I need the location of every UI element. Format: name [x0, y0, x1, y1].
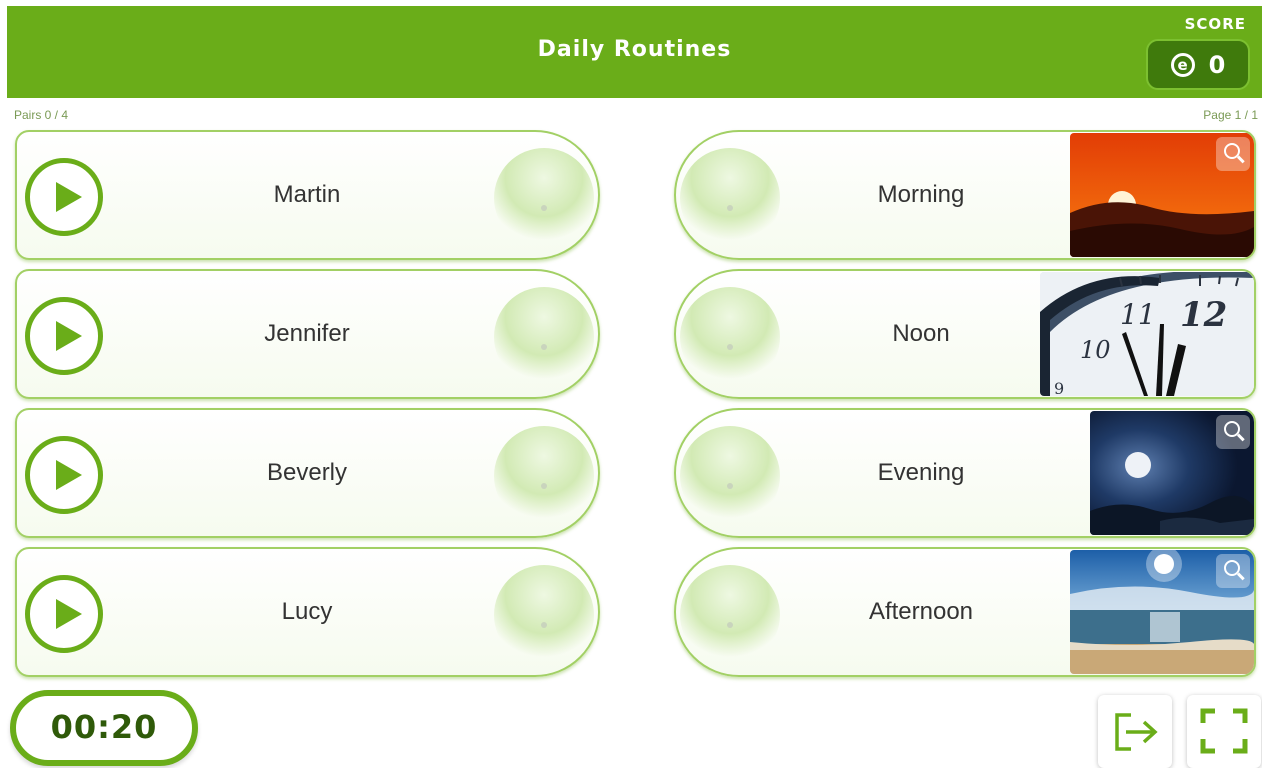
- pairs-counter: Pairs 0 / 4: [14, 108, 69, 122]
- card-label: Beverly: [266, 459, 348, 486]
- svg-text:11: 11: [1120, 298, 1156, 331]
- connector-dot: [541, 344, 547, 350]
- play-audio-button[interactable]: [25, 436, 103, 514]
- play-audio-button[interactable]: [25, 297, 103, 375]
- left-card-martin[interactable]: Martin: [15, 130, 600, 260]
- moon-night-photo[interactable]: [1090, 411, 1254, 535]
- card-label: Martin: [273, 181, 341, 208]
- score-label: SCORE: [1184, 15, 1246, 33]
- card-label: Noon: [892, 320, 950, 347]
- connector-dot: [727, 205, 733, 211]
- connector-knob[interactable]: [494, 148, 594, 248]
- zoom-button[interactable]: [1216, 137, 1250, 171]
- clock-photo[interactable]: 10 11 12 9: [1040, 272, 1254, 396]
- zoom-button[interactable]: [1216, 415, 1250, 449]
- score-value: 0: [1208, 50, 1226, 79]
- score-badge: e 0: [1146, 39, 1250, 90]
- card-label: Lucy: [281, 598, 333, 625]
- beach-sun-photo[interactable]: [1070, 550, 1254, 674]
- connector-dot: [541, 483, 547, 489]
- svg-text:9: 9: [1054, 379, 1064, 396]
- right-card-evening[interactable]: Evening: [674, 408, 1256, 538]
- header-bar: Daily Routines SCORE e 0: [7, 6, 1262, 98]
- play-icon: [56, 182, 82, 212]
- connector-dot: [727, 483, 733, 489]
- page-indicator: Page 1 / 1: [1203, 108, 1258, 122]
- connector-dot: [541, 205, 547, 211]
- play-icon: [56, 599, 82, 629]
- exit-button[interactable]: [1098, 695, 1172, 768]
- connector-knob[interactable]: [680, 426, 780, 526]
- connector-knob[interactable]: [680, 148, 780, 248]
- timer-value: 00:20: [50, 708, 158, 746]
- right-card-morning[interactable]: Morning: [674, 130, 1256, 260]
- right-card-noon[interactable]: Noon 10 11 12 9: [674, 269, 1256, 399]
- play-audio-button[interactable]: [25, 158, 103, 236]
- connector-dot: [727, 622, 733, 628]
- card-label: Jennifer: [264, 320, 350, 347]
- right-card-afternoon[interactable]: Afternoon: [674, 547, 1256, 677]
- coin-icon: e: [1170, 52, 1195, 77]
- fullscreen-button[interactable]: [1187, 695, 1261, 768]
- play-icon: [56, 321, 82, 351]
- connector-knob[interactable]: [680, 565, 780, 665]
- connector-knob[interactable]: [680, 287, 780, 387]
- svg-text:10: 10: [1080, 336, 1111, 364]
- connector-dot: [541, 622, 547, 628]
- card-label: Afternoon: [868, 598, 974, 625]
- sunset-photo[interactable]: [1070, 133, 1254, 257]
- timer-badge: 00:20: [10, 690, 198, 766]
- connector-knob[interactable]: [494, 287, 594, 387]
- card-label: Morning: [877, 181, 965, 208]
- card-label: Evening: [877, 459, 965, 486]
- left-card-lucy[interactable]: Lucy: [15, 547, 600, 677]
- fullscreen-icon: [1200, 708, 1248, 754]
- play-icon: [56, 460, 82, 490]
- svg-text:12: 12: [1180, 295, 1227, 335]
- page-title: Daily Routines: [537, 37, 732, 62]
- connector-knob[interactable]: [494, 565, 594, 665]
- play-audio-button[interactable]: [25, 575, 103, 653]
- zoom-button[interactable]: [1216, 554, 1250, 588]
- left-card-jennifer[interactable]: Jennifer: [15, 269, 600, 399]
- left-card-beverly[interactable]: Beverly: [15, 408, 600, 538]
- exit-icon: [1115, 713, 1158, 751]
- connector-knob[interactable]: [494, 426, 594, 526]
- connector-dot: [727, 344, 733, 350]
